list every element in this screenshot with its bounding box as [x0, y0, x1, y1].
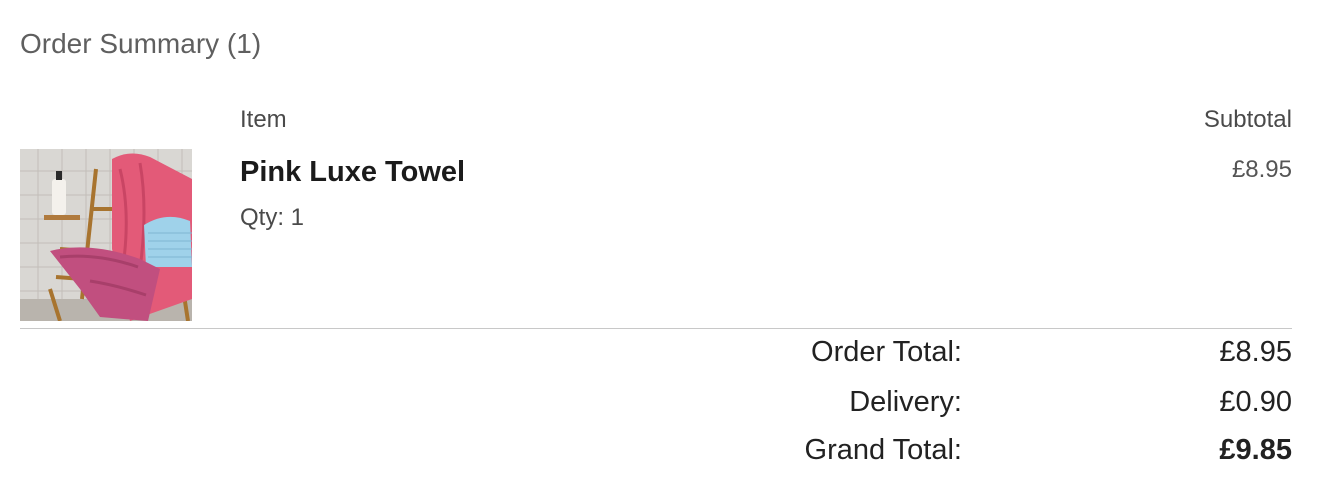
order-total-label: Order Total: — [811, 336, 962, 368]
grand-total-value: £9.85 — [1219, 434, 1292, 466]
grand-total-row: Grand Total: £9.85 — [0, 434, 1334, 478]
order-summary-title: Order Summary (1) — [20, 28, 262, 59]
subtotal-column-header: Subtotal — [1203, 106, 1292, 133]
product-quantity: Qty: 1 — [240, 204, 305, 231]
delivery-value: £0.90 — [1219, 386, 1292, 418]
delivery-label: Delivery: — [849, 386, 962, 418]
order-total-value: £8.95 — [1219, 336, 1292, 368]
totals-divider — [20, 328, 1292, 329]
item-column-header: Item — [240, 106, 287, 133]
product-thumbnail[interactable] — [20, 149, 192, 321]
grand-total-label: Grand Total: — [804, 434, 962, 466]
delivery-row: Delivery: £0.90 — [0, 386, 1334, 430]
order-total-row: Order Total: £8.95 — [0, 336, 1334, 380]
product-name[interactable]: Pink Luxe Towel — [240, 156, 465, 189]
product-subtotal: £8.95 — [1231, 156, 1292, 183]
